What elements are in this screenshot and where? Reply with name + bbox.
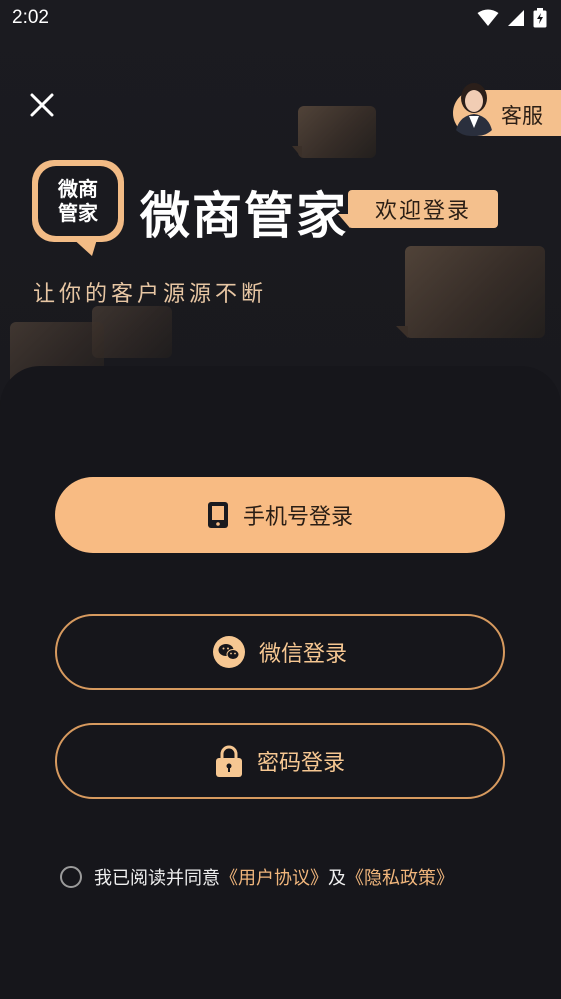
agreement-conjunction: 及 [328,868,346,889]
lock-icon [215,745,242,777]
agreement-checkbox[interactable] [60,866,82,888]
decor-bubble-tail [292,146,302,158]
decor-bubble [92,306,172,358]
logo-text-line2: 管家 [58,201,98,225]
logo-text-line1: 微商 [58,177,98,201]
tagline: 让你的客户源源不断 [33,282,268,307]
app-logo: 微商 管家 [32,160,124,242]
signal-icon [508,10,524,26]
decor-bubble-tail [396,326,408,338]
welcome-tag: 欢迎登录 [348,190,498,228]
status-time: 2:02 [12,7,49,28]
decor-bubble [405,246,545,338]
customer-service-label: 客服 [501,104,543,128]
logo-tail [70,236,98,256]
privacy-policy-link[interactable]: 《隐私政策》 [346,868,454,889]
wifi-icon [477,9,499,26]
status-bar: 2:02 [0,0,561,38]
phone-login-button[interactable]: 手机号登录 [55,477,505,553]
status-icons [477,8,547,28]
agreement-row: 我已阅读并同意《用户协议》及《隐私政策》 [60,864,454,890]
phone-login-label: 手机号登录 [242,505,353,530]
app-logo-inner: 微商 管家 [38,166,118,236]
wechat-login-label: 微信登录 [258,642,347,667]
wechat-login-button[interactable]: 微信登录 [55,614,505,690]
battery-icon [533,8,547,28]
customer-service-avatar [449,76,499,136]
user-agreement-link[interactable]: 《用户协议》 [220,868,328,889]
close-icon [30,93,54,117]
decor-bubble [298,106,376,158]
password-login-label: 密码登录 [256,751,345,776]
app-title: 微商管家 [140,187,348,245]
close-button[interactable] [26,89,58,121]
password-login-button[interactable]: 密码登录 [55,723,505,799]
phone-icon [207,502,228,528]
agreement-prefix: 我已阅读并同意 [94,868,220,889]
wechat-icon [212,636,245,668]
